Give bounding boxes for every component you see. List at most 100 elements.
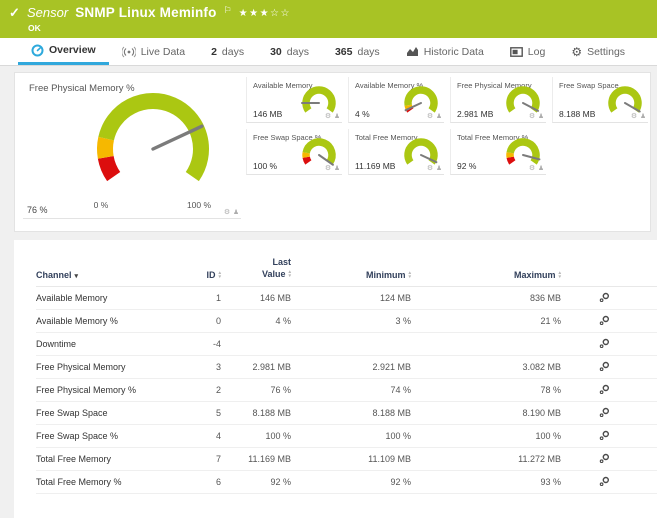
channel-maximum: 78 %: [540, 385, 561, 396]
channel-last-value: 8.188 MB: [252, 408, 291, 419]
tab-30-days-number: 30: [270, 45, 282, 58]
channel-settings-icon[interactable]: [599, 453, 610, 464]
table-row: Available Memory % 0 4 % 3 % 21 %: [36, 310, 657, 334]
gauge-value: 146 MB: [253, 109, 283, 119]
stars-filled[interactable]: ★★★: [239, 8, 270, 19]
channel-name: Available Memory: [36, 293, 108, 304]
channel-table-header: Channel ▾ ID ▴ ▾ Last Value ▴ ▾ Minimum ▴ ▾ Maxi…: [36, 240, 657, 288]
channel-minimum: 100 %: [385, 431, 411, 442]
gauge-cell-total-free-memory: Total Free Memory 11.169 MB ⚙ ♟: [348, 129, 444, 175]
gauge-pin-icon[interactable]: ♟: [334, 113, 340, 121]
channel-id: 2: [215, 385, 221, 396]
gauge-pin-icon[interactable]: ♟: [538, 113, 544, 121]
channel-last-value: 92 %: [270, 477, 291, 488]
channel-maximum: 8.190 MB: [522, 408, 561, 419]
col-header-minimum[interactable]: Minimum ▴ ▾: [291, 270, 411, 280]
gauge-value: 8.188 MB: [559, 109, 596, 119]
channel-table: Channel ▾ ID ▴ ▾ Last Value ▴ ▾ Minimum ▴ ▾ Maxi…: [14, 240, 657, 518]
settings-gear-icon: ⚙: [571, 44, 583, 59]
gauge-pin-icon[interactable]: ♟: [436, 113, 442, 121]
tab-settings-label: Settings: [587, 45, 626, 58]
table-row: Free Swap Space 5 8.188 MB 8.188 MB 8.19…: [36, 402, 657, 426]
tab-365-days[interactable]: 365 days: [322, 38, 393, 65]
gauge-cell-available-memory-pct: Available Memory % 4 % ⚙ ♟: [348, 77, 444, 123]
gauge-gear-icon[interactable]: ⚙: [427, 165, 433, 172]
col-header-maximum[interactable]: Maximum ▴ ▾: [411, 270, 561, 280]
gauge-value: 100 %: [253, 161, 278, 171]
col-header-channel[interactable]: Channel ▾: [36, 270, 181, 280]
channel-maximum: 836 MB: [529, 293, 561, 304]
gauge-value: 2.981 MB: [457, 109, 494, 119]
gauge-pin-icon[interactable]: ♟: [640, 113, 646, 121]
table-row: Free Physical Memory % 2 76 % 74 % 78 %: [36, 379, 657, 403]
gauge-gear-icon[interactable]: ⚙: [224, 209, 230, 216]
channel-settings-icon[interactable]: [599, 292, 610, 303]
channel-id: 4: [215, 431, 221, 442]
gauge-pin-icon[interactable]: ♟: [233, 209, 239, 217]
primary-gauge: [97, 93, 209, 182]
gauge-value: 92 %: [457, 161, 477, 171]
channel-name: Free Swap Space %: [36, 431, 119, 442]
table-row: Free Physical Memory 3 2.981 MB 2.921 MB…: [36, 356, 657, 380]
channel-name: Free Physical Memory: [36, 362, 126, 373]
gauge-gear-icon[interactable]: ⚙: [529, 165, 535, 172]
gauge-pin-icon[interactable]: ♟: [436, 165, 442, 173]
star-rating[interactable]: ★★★☆☆: [239, 8, 291, 19]
channel-name: Total Free Memory %: [36, 477, 122, 488]
channel-id: 3: [215, 362, 221, 373]
stars-empty[interactable]: ☆☆: [270, 8, 291, 19]
channel-minimum: 92 %: [390, 477, 411, 488]
channel-minimum: 2.921 MB: [372, 362, 411, 373]
channel-last-value: 2.981 MB: [252, 362, 291, 373]
channel-settings-icon[interactable]: [599, 407, 610, 418]
channel-name: Free Physical Memory %: [36, 385, 137, 396]
channel-settings-icon[interactable]: [599, 476, 610, 487]
tab-log-label: Log: [527, 45, 546, 58]
channel-id: 6: [215, 477, 221, 488]
log-icon: [509, 46, 523, 57]
overview-gauge-icon: [31, 44, 44, 56]
channel-settings-icon[interactable]: [599, 384, 610, 395]
tab-historic-data[interactable]: Historic Data: [393, 38, 497, 65]
tab-overview[interactable]: Overview: [18, 38, 109, 65]
table-row: Downtime -4: [36, 333, 657, 357]
channel-minimum: 8.188 MB: [372, 408, 411, 419]
gauge-pin-icon[interactable]: ♟: [538, 165, 544, 173]
sensor-title-line: Sensor SNMP Linux Meminfo ⚐ ★★★☆☆: [27, 5, 291, 20]
col-header-last-value[interactable]: Last Value ▴ ▾: [221, 256, 291, 280]
tab-settings[interactable]: ⚙ Settings: [558, 38, 638, 65]
channel-id: 7: [215, 454, 221, 465]
status-check-icon: ✓: [9, 5, 20, 20]
tab-30-days[interactable]: 30 days: [257, 38, 322, 65]
gauge-value: 4 %: [355, 109, 370, 119]
sensor-status-text: OK: [28, 23, 41, 33]
gauge-pin-icon[interactable]: ♟: [334, 165, 340, 173]
gauge-gear-icon[interactable]: ⚙: [631, 113, 637, 120]
channel-id: 5: [215, 408, 221, 419]
table-row: Total Free Memory % 6 92 % 92 % 93 %: [36, 471, 657, 495]
tab-log[interactable]: Log: [497, 38, 559, 65]
channel-settings-icon[interactable]: [599, 338, 610, 349]
tab-2-days-number: 2: [211, 45, 217, 58]
historic-chart-icon: [406, 47, 418, 56]
channel-settings-icon[interactable]: [599, 361, 610, 372]
gauge-gear-icon[interactable]: ⚙: [427, 113, 433, 120]
gauge-cell-free-swap-space: Free Swap Space 8.188 MB ⚙ ♟: [552, 77, 648, 123]
tab-live-data[interactable]: Live Data: [109, 38, 198, 65]
channel-settings-icon[interactable]: [599, 315, 610, 326]
col-header-id[interactable]: ID ▴ ▾: [181, 270, 221, 280]
sort-icon: ▴ ▾: [288, 268, 291, 279]
overview-gauges-panel: Free Physical Memory % 0 % 100 % 76 % ⚙ …: [14, 72, 651, 232]
gauge-value: 11.169 MB: [355, 161, 396, 171]
sensor-type-label: Sensor: [27, 5, 69, 20]
flag-icon[interactable]: ⚐: [224, 5, 232, 16]
tab-2-days[interactable]: 2 days: [198, 38, 257, 65]
channel-settings-icon[interactable]: [599, 430, 610, 441]
channel-last-value: 4 %: [275, 316, 291, 327]
channel-minimum: 11.109 MB: [368, 454, 411, 465]
gauge-gear-icon[interactable]: ⚙: [529, 113, 535, 120]
gauge-gear-icon[interactable]: ⚙: [325, 113, 331, 120]
channel-maximum: 93 %: [540, 477, 561, 488]
gauge-gear-icon[interactable]: ⚙: [325, 165, 331, 172]
channel-name: Downtime: [36, 339, 77, 350]
